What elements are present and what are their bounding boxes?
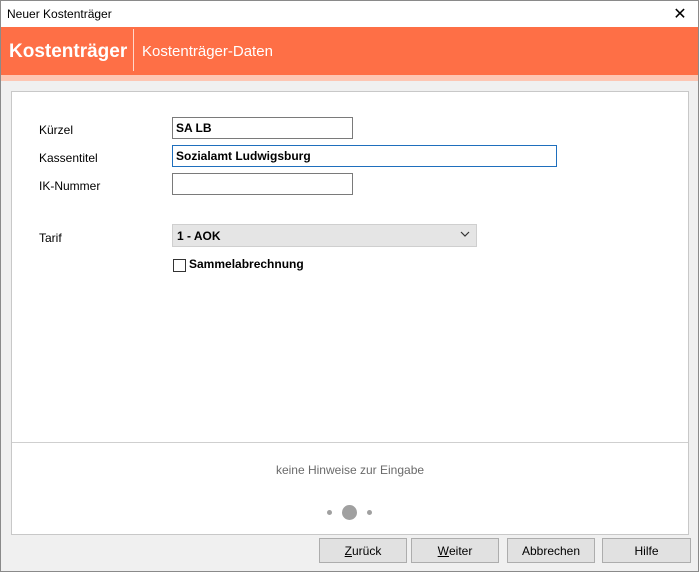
help-button[interactable]: Hilfe: [602, 538, 691, 563]
help-button-label: Hilfe: [634, 543, 659, 558]
cancel-button[interactable]: Abbrechen: [507, 538, 595, 563]
page-dot-2-active: [342, 505, 357, 520]
dialog-window: Neuer Kostenträger ✕ Kostenträger Kosten…: [0, 0, 699, 572]
next-button[interactable]: Weiter: [411, 538, 499, 563]
next-button-mnemonic: W: [437, 543, 449, 558]
chevron-down-icon: [460, 229, 470, 242]
panel-divider: [12, 442, 688, 443]
hint-text: keine Hinweise zur Eingabe: [275, 463, 425, 477]
page-dot-3: [367, 510, 372, 515]
tarif-select[interactable]: 1 - AOK: [172, 224, 477, 247]
header-banner: Kostenträger Kostenträger-Daten: [1, 27, 698, 81]
tarif-label: Tarif: [39, 231, 62, 245]
back-button-mnemonic: Z: [344, 543, 352, 558]
close-icon[interactable]: ✕: [662, 1, 698, 27]
header-divider: [133, 29, 134, 71]
title-bar: Neuer Kostenträger ✕: [1, 1, 698, 27]
ik-nummer-input[interactable]: [172, 173, 353, 195]
kuerzel-label: Kürzel: [39, 123, 74, 137]
header-title: Kostenträger: [9, 41, 128, 62]
kassentitel-label: Kassentitel: [39, 151, 98, 165]
ik-nummer-label: IK-Nummer: [39, 179, 101, 193]
sammelabrechnung-label[interactable]: Sammelabrechnung: [189, 257, 304, 271]
kassentitel-input[interactable]: [172, 145, 557, 167]
window-title: Neuer Kostenträger: [7, 7, 112, 21]
sammelabrechnung-checkbox[interactable]: [173, 259, 186, 272]
header-subtitle: Kostenträger-Daten: [142, 43, 273, 60]
kuerzel-input[interactable]: [172, 117, 353, 139]
cancel-button-label: Abbrechen: [521, 543, 581, 558]
page-dot-1: [327, 510, 332, 515]
next-button-label: eiter: [448, 543, 473, 558]
header-band: [1, 75, 698, 81]
form-panel: Kürzel Kassentitel IK-Nummer Tarif 1 - A…: [11, 91, 689, 535]
back-button-label: urück: [352, 543, 382, 558]
tarif-selected-value: 1 - AOK: [177, 229, 221, 243]
back-button[interactable]: Zurück: [319, 538, 407, 563]
